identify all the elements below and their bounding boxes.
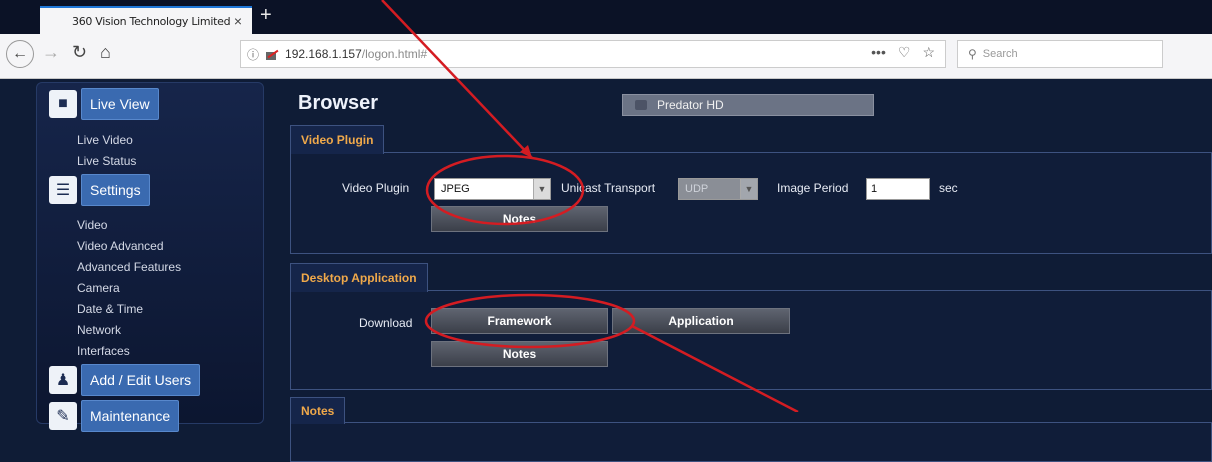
- annotation-circle-video-plugin: [425, 154, 585, 226]
- annotation-overlay: [381, 0, 799, 412]
- notes-group: Notes: [290, 397, 1212, 462]
- annotation-arrow-bottom: [631, 324, 799, 412]
- annotation-circle-framework: [424, 293, 636, 349]
- annotation-arrow-top: [381, 0, 533, 159]
